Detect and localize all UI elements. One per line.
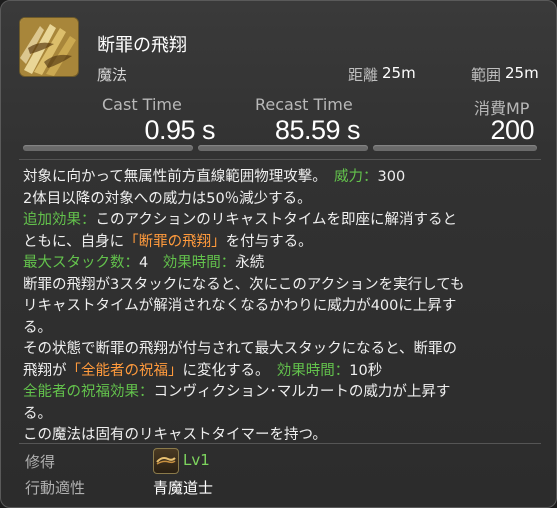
status-name: 「断罪の飛翔」 (124, 233, 226, 250)
blessing-effect-label: 全能者の祝福効果： (23, 384, 154, 400)
recast-time-value: 85.59 s (274, 115, 361, 145)
duration-value: 永続 (235, 255, 265, 271)
cast-time-bar (23, 145, 193, 151)
recast-time-bar (198, 145, 368, 151)
desc-line: 断罪の飛翔が3スタックになると、次にこのアクションを実行しても (23, 276, 465, 293)
desc-line: 最大スタック数：4 効果時間：永続 (23, 253, 543, 275)
distance-label: 距離 (348, 66, 379, 84)
desc-line: 追加効果：このアクションのリキャストタイムを即座に解消すると (23, 210, 543, 232)
blue-mage-job-icon (153, 448, 179, 474)
duration-value: 10秒 (349, 362, 383, 379)
radius-label: 範囲 (471, 66, 502, 84)
desc-text: ともに、自身に (23, 233, 125, 250)
acquired-level: Lv1 (183, 451, 210, 469)
class-value: 青魔道士 (153, 479, 214, 497)
desc-line: その状態で断罪の飛翔が付与されて最大スタックになると、断罪の (23, 341, 457, 357)
desc-text: このアクションのリキャストタイムを即座に解消すると (95, 212, 457, 228)
duration-label: 効果時間： (276, 362, 350, 379)
status-name: 「全能者の祝福」 (66, 362, 183, 379)
desc-line: 全能者の祝福効果：コンヴィクション･マルカートの威力が上昇す (23, 382, 543, 404)
cast-time-value: 0.95 s (144, 115, 215, 145)
divider-bottom (19, 443, 541, 444)
desc-line: る。 (23, 405, 52, 422)
distance-value: 25m (382, 64, 416, 82)
mp-cost-value: 200 (490, 115, 534, 145)
divider-top (19, 159, 541, 160)
desc-line: 飛翔が「全能者の祝福」に変化する。 効果時間：10秒 (23, 361, 543, 383)
mp-cost-bar (373, 145, 537, 151)
radius-value: 25m (505, 64, 539, 82)
desc-text: を付与する。 (225, 233, 313, 250)
desc-text: 対象に向かって無属性前方直線範囲物理攻撃。 (23, 169, 320, 185)
desc-line: る。 (23, 319, 52, 336)
desc-line: ともに、自身に「断罪の飛翔」を付与する。 (23, 232, 543, 254)
desc-line: リキャストタイムが解消されなくなるかわりに威力が400に上昇す (23, 298, 457, 314)
max-stack-value: 4 (139, 255, 149, 271)
desc-text: に変化する。 (182, 362, 263, 379)
acquired-label: 修得 (25, 453, 56, 471)
judgment-wings-icon (19, 17, 79, 77)
desc-line: 2体目以降の対象への威力は50％減少する。 (23, 190, 312, 207)
class-label: 行動適性 (25, 479, 86, 497)
duration-label: 効果時間： (162, 255, 236, 271)
skill-name: 断罪の飛翔 (97, 35, 187, 56)
potency-value: 300 (377, 169, 406, 185)
cast-time-label: Cast Time (102, 95, 182, 114)
max-stack-label: 最大スタック数： (23, 255, 139, 271)
action-tooltip: 断罪の飛翔 魔法 距離 25m 範囲 25m Cast Time 0.95 s … (0, 0, 557, 508)
additional-effect-label: 追加効果： (23, 212, 96, 228)
description: 対象に向かって無属性前方直線範囲物理攻撃。 威力：300 2体目以降の対象への威… (23, 167, 543, 447)
potency-label: 威力： (334, 169, 378, 185)
desc-text: コンヴィクション･マルカートの威力が上昇す (153, 384, 451, 400)
desc-text: 飛翔が (23, 362, 67, 379)
desc-line: 対象に向かって無属性前方直線範囲物理攻撃。 威力：300 (23, 167, 543, 189)
skill-type: 魔法 (97, 66, 128, 84)
recast-time-label: Recast Time (255, 95, 353, 114)
